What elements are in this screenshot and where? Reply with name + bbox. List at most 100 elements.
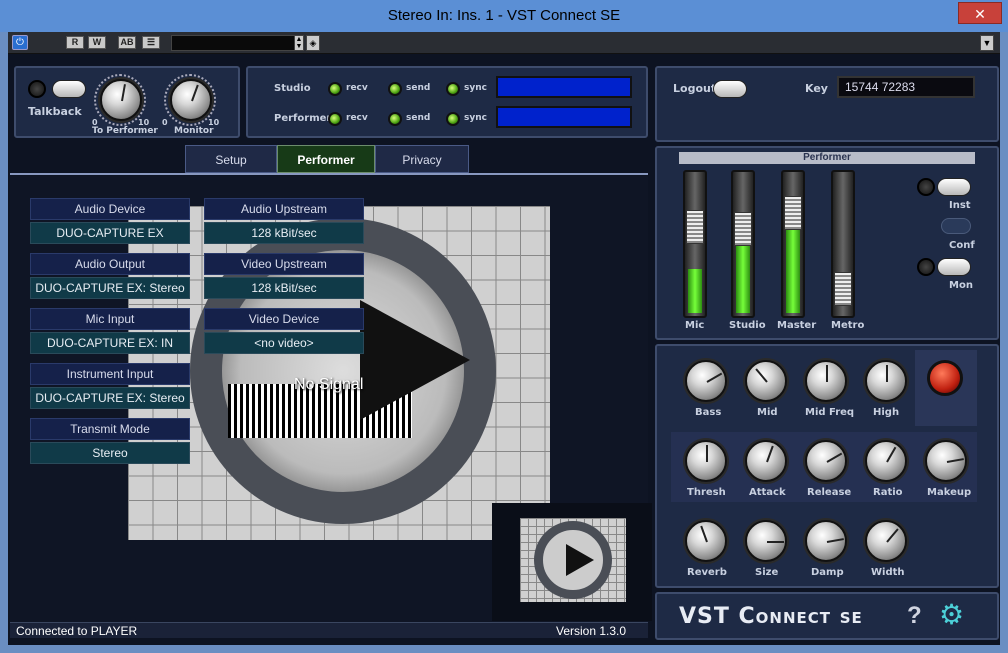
eq-enable-knob[interactable] bbox=[927, 360, 963, 396]
toolbar-dropdown-icon[interactable]: ▼ bbox=[980, 35, 994, 51]
attack-knob[interactable] bbox=[745, 440, 787, 482]
reverb-knob[interactable] bbox=[685, 520, 727, 562]
monitor-min: 0 bbox=[162, 118, 168, 127]
high-knob[interactable] bbox=[865, 360, 907, 402]
audio-device-header: Audio Device bbox=[30, 198, 190, 220]
makeup-knob[interactable] bbox=[925, 440, 967, 482]
monitor-label: Monitor bbox=[174, 126, 214, 136]
studio-label: Studio bbox=[274, 83, 311, 94]
instrument-input-select[interactable]: DUO-CAPTURE EX: Stereo bbox=[30, 387, 190, 409]
performer-panel-title: Performer bbox=[679, 152, 975, 164]
studio-fader[interactable] bbox=[731, 170, 755, 318]
audio-output-header: Audio Output bbox=[30, 253, 190, 275]
metro-fader[interactable] bbox=[831, 170, 855, 318]
performer-label: Performer bbox=[274, 113, 332, 124]
transmit-mode-header: Transmit Mode bbox=[30, 418, 190, 440]
talkback-toggle[interactable] bbox=[52, 80, 86, 98]
power-icon[interactable]: ⏻ bbox=[12, 35, 28, 50]
ratio-knob[interactable] bbox=[865, 440, 907, 482]
close-icon: ✕ bbox=[974, 6, 986, 22]
logout-button[interactable] bbox=[713, 80, 747, 98]
preset-field[interactable] bbox=[171, 35, 303, 51]
logout-label: Logout bbox=[673, 82, 717, 95]
studio-fader-cap[interactable] bbox=[734, 212, 752, 246]
write-automation-button[interactable]: W bbox=[88, 36, 106, 49]
tab-setup[interactable]: Setup bbox=[185, 145, 277, 173]
studio-fader-label: Studio bbox=[729, 320, 766, 331]
mic-fader-cap[interactable] bbox=[686, 210, 704, 244]
to-performer-label: To Performer bbox=[92, 126, 158, 136]
thresh-knob[interactable] bbox=[685, 440, 727, 482]
conf-toggle[interactable] bbox=[941, 218, 971, 234]
preset-options-icon[interactable]: ◈ bbox=[306, 35, 320, 51]
master-fader-fill bbox=[786, 217, 800, 313]
login-panel: Logout Key 15744 72283 bbox=[655, 66, 999, 142]
bass-label: Bass bbox=[695, 407, 722, 418]
release-knob[interactable] bbox=[805, 440, 847, 482]
video-upstream-select[interactable]: 128 kBit/sec bbox=[204, 277, 364, 299]
tab-privacy[interactable]: Privacy bbox=[375, 145, 469, 173]
master-fader[interactable] bbox=[781, 170, 805, 318]
play-icon bbox=[360, 300, 470, 420]
studio-send-label: send bbox=[406, 83, 431, 93]
connection-status-panel: Studio recv send sync Performer recv sen… bbox=[246, 66, 648, 138]
key-field[interactable]: 15744 72283 bbox=[837, 76, 975, 98]
self-view-play-icon bbox=[566, 544, 594, 576]
monitor-knob[interactable] bbox=[170, 79, 212, 121]
mon-toggle[interactable] bbox=[937, 258, 971, 276]
ab-compare-button[interactable]: AB bbox=[118, 36, 136, 49]
tab-performer[interactable]: Performer bbox=[277, 145, 375, 173]
thresh-label: Thresh bbox=[687, 487, 726, 498]
width-label: Width bbox=[871, 567, 905, 578]
mid-freq-knob[interactable] bbox=[805, 360, 847, 402]
audio-upstream-header: Audio Upstream bbox=[204, 198, 364, 220]
audio-device-select[interactable]: DUO-CAPTURE EX bbox=[30, 222, 190, 244]
video-device-select[interactable]: <no video> bbox=[204, 332, 364, 354]
mic-input-header: Mic Input bbox=[30, 308, 190, 330]
damp-knob[interactable] bbox=[805, 520, 847, 562]
talkback-panel: Talkback 0 10 To Performer 0 10 Monitor bbox=[14, 66, 240, 138]
metro-fader-cap[interactable] bbox=[834, 272, 852, 306]
mic-fader-fill bbox=[688, 269, 702, 313]
read-automation-button[interactable]: R bbox=[66, 36, 84, 49]
help-icon[interactable]: ? bbox=[907, 602, 922, 630]
release-label: Release bbox=[807, 487, 852, 498]
studio-send-led bbox=[388, 82, 402, 96]
mid-label: Mid bbox=[757, 407, 778, 418]
reverb-label: Reverb bbox=[687, 567, 727, 578]
connection-status-text: Connected to PLAYER bbox=[16, 624, 138, 638]
transmit-mode-select[interactable]: Stereo bbox=[30, 442, 190, 464]
instrument-input-header: Instrument Input bbox=[30, 363, 190, 385]
master-fader-cap[interactable] bbox=[784, 196, 802, 230]
width-knob[interactable] bbox=[865, 520, 907, 562]
attack-label: Attack bbox=[749, 487, 786, 498]
performer-send-label: send bbox=[406, 113, 431, 123]
host-toolbar: ⏻ R W AB ☰ ▲ ▼ ◈ ▼ bbox=[8, 32, 1000, 54]
size-knob[interactable] bbox=[745, 520, 787, 562]
talkback-led bbox=[28, 80, 46, 98]
performer-recv-led bbox=[328, 112, 342, 126]
studio-sync-led bbox=[446, 82, 460, 96]
brand-panel: VST Connect se ? ⚙ bbox=[655, 592, 999, 640]
settings-gear-icon[interactable]: ⚙ bbox=[939, 601, 967, 630]
audio-upstream-select[interactable]: 128 kBit/sec bbox=[204, 222, 364, 244]
audio-output-select[interactable]: DUO-CAPTURE EX: Stereo bbox=[30, 277, 190, 299]
mic-fader[interactable] bbox=[683, 170, 707, 318]
mid-knob[interactable] bbox=[745, 360, 787, 402]
close-button[interactable]: ✕ bbox=[958, 2, 1002, 24]
preset-menu-button[interactable]: ☰ bbox=[142, 36, 160, 49]
studio-sync-label: sync bbox=[464, 83, 487, 93]
size-label: Size bbox=[755, 567, 779, 578]
inst-toggle[interactable] bbox=[937, 178, 971, 196]
preset-stepper[interactable]: ▲ ▼ bbox=[294, 35, 304, 51]
metro-fader-label: Metro bbox=[831, 320, 865, 331]
performer-display bbox=[496, 106, 632, 128]
to-performer-knob[interactable] bbox=[100, 79, 142, 121]
performer-recv-label: recv bbox=[346, 113, 368, 123]
version-text: Version 1.3.0 bbox=[556, 624, 627, 638]
window-title: Stereo In: Ins. 1 - VST Connect SE bbox=[387, 7, 621, 24]
mon-led bbox=[917, 258, 935, 276]
video-upstream-header: Video Upstream bbox=[204, 253, 364, 275]
mic-input-select[interactable]: DUO-CAPTURE EX: IN bbox=[30, 332, 190, 354]
bass-knob[interactable] bbox=[685, 360, 727, 402]
